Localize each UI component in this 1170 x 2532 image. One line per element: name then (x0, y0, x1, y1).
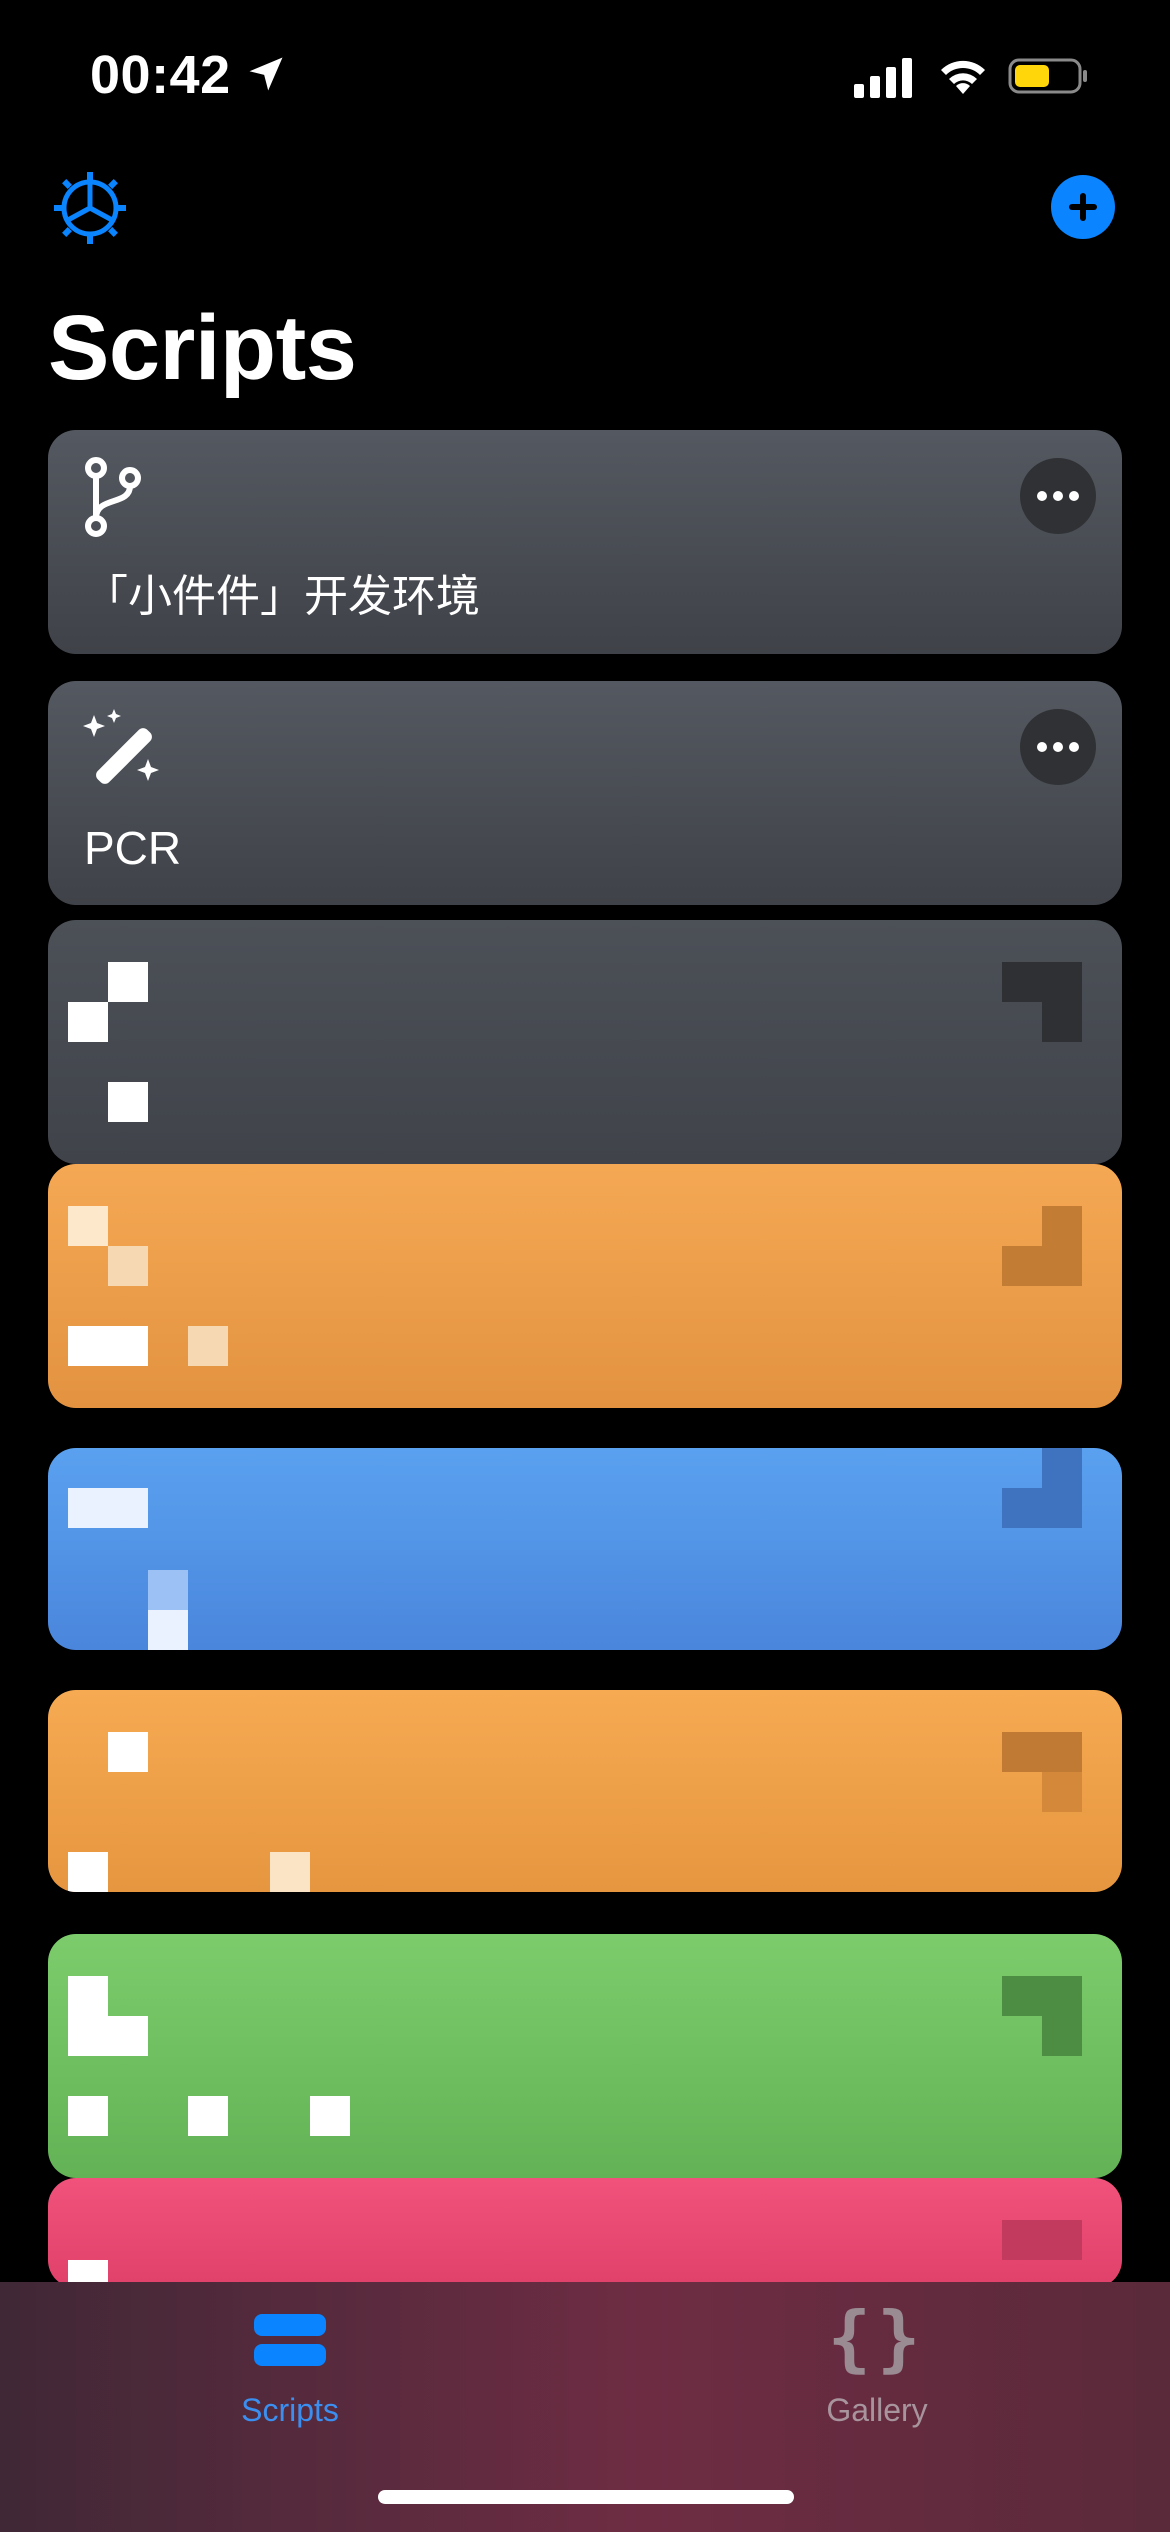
pixel-block (1042, 2016, 1082, 2056)
more-dot (1053, 491, 1063, 501)
obscured-script-card[interactable] (48, 920, 1122, 1164)
obscured-script-card[interactable] (48, 1164, 1122, 1408)
braces-icon: {} (827, 2296, 927, 2380)
tab-label: Gallery (826, 2392, 928, 2428)
more-dot (1069, 491, 1079, 501)
pixel-block (270, 1852, 310, 1892)
pixel-block (310, 2096, 350, 2136)
pixel-block (1002, 1488, 1082, 1528)
script-card[interactable]: 「小件件」开发环境 (48, 430, 1122, 654)
obscured-script-card[interactable] (48, 1934, 1122, 2178)
script-name: PCR (84, 822, 182, 874)
pixel-block (108, 1732, 148, 1772)
pixel-block (68, 1326, 148, 1366)
more-options-button[interactable] (1020, 458, 1096, 534)
battery-icon (1008, 58, 1087, 94)
pixel-block (188, 1326, 228, 1366)
settings-gear-icon[interactable] (52, 170, 128, 246)
script-name: 「小件件」开发环境 (84, 571, 480, 622)
pixel-block (68, 1852, 108, 1892)
pixel-block (1002, 1976, 1082, 2016)
pixel-block (68, 2016, 148, 2056)
pixel-block (188, 2096, 228, 2136)
tab-label: Scripts (241, 2392, 339, 2428)
pixel-block (68, 1206, 108, 1246)
more-dot (1053, 742, 1063, 752)
pixel-block (1002, 1246, 1082, 1286)
pixel-block (1002, 1732, 1082, 1772)
page-title: Scripts (48, 297, 357, 399)
tab-gallery[interactable]: {} Gallery (727, 2282, 1027, 2462)
pixel-block (1042, 1002, 1082, 1042)
pixel-block (68, 2096, 108, 2136)
more-dot (1037, 742, 1047, 752)
stack-icon (254, 2314, 326, 2366)
pixel-block (1002, 2220, 1082, 2260)
pixel-block (1002, 962, 1082, 1002)
more-dot (1037, 491, 1047, 501)
obscured-script-card[interactable] (48, 1448, 1122, 1650)
home-indicator[interactable] (378, 2490, 794, 2504)
add-script-button[interactable] (1051, 175, 1115, 239)
pixel-block (1042, 1206, 1082, 1246)
pixel-block (108, 962, 148, 1002)
script-card[interactable]: PCR (48, 681, 1122, 905)
obscured-script-card[interactable] (48, 1690, 1122, 1892)
pixel-block (68, 1488, 148, 1528)
status-time: 00:42 (90, 45, 231, 105)
obscured-script-card[interactable] (48, 2178, 1122, 2288)
pixel-block (68, 1976, 108, 2016)
plus-icon (1069, 193, 1097, 221)
magic-wand-icon (83, 709, 159, 784)
pixel-block (108, 1082, 148, 1122)
pixel-block (68, 1002, 108, 1042)
more-dot (1069, 742, 1079, 752)
pixel-block (148, 1610, 188, 1650)
more-options-button[interactable] (1020, 709, 1096, 785)
pixel-block (1042, 1448, 1082, 1488)
pixel-block (1042, 1772, 1082, 1812)
wifi-icon (941, 60, 985, 94)
tab-scripts[interactable]: Scripts (140, 2282, 440, 2462)
location-arrow-icon (249, 57, 283, 91)
git-branch-icon (85, 457, 141, 537)
cellular-signal-icon (854, 58, 912, 98)
pixel-block (148, 1570, 188, 1610)
pixel-block (108, 1246, 148, 1286)
